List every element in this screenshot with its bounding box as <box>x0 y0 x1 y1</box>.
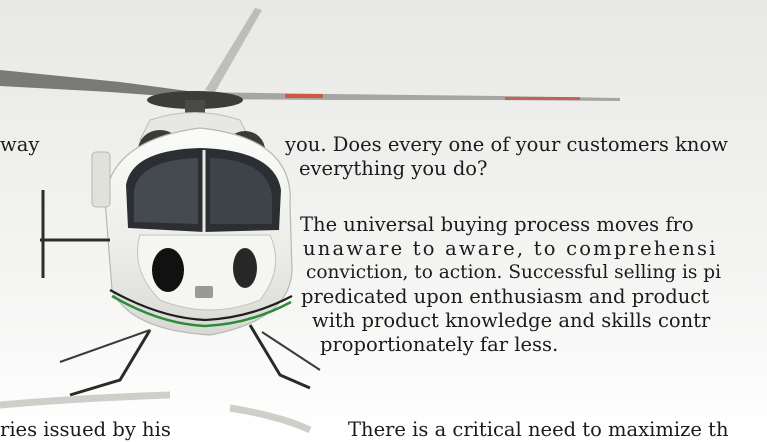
right-text-line-4: unaware to aware, to comprehensi <box>303 237 718 260</box>
left-text-fragment-top: way <box>0 133 40 156</box>
right-text-line-3: The universal buying process moves fro <box>300 213 694 236</box>
right-text-line-7: with product knowledge and skills contr <box>312 309 711 332</box>
right-text-line-8: proportionately far less. <box>320 333 559 356</box>
left-text-fragment-bottom: ries issued by his <box>0 418 171 441</box>
right-text-line-5: conviction, to action. Successful sellin… <box>306 262 722 283</box>
right-text-line-6: predicated upon enthusiasm and product <box>301 285 710 308</box>
right-text-line-2: everything you do? <box>299 157 488 180</box>
right-text-line-1: you. Does every one of your customers kn… <box>285 133 728 156</box>
right-text-line-9: There is a critical need to maximize th <box>348 418 729 441</box>
